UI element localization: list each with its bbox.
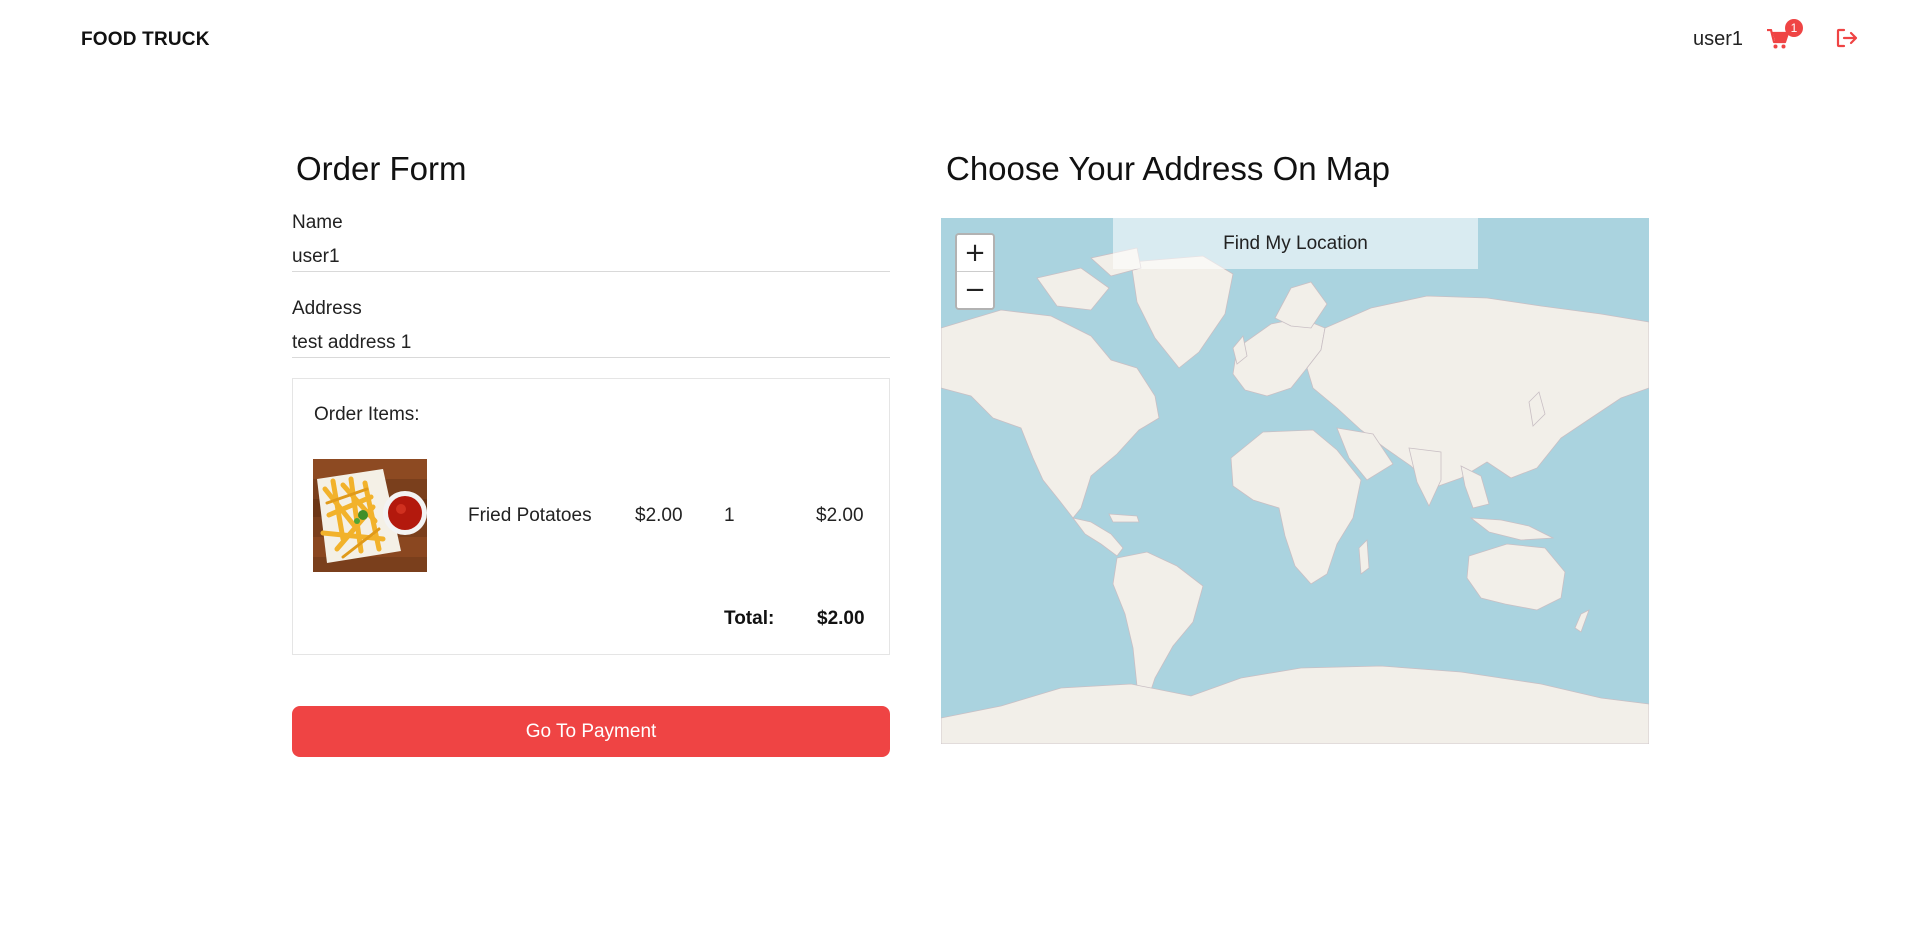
total-label: Total:: [724, 608, 775, 629]
world-map-tiles: [941, 218, 1649, 744]
item-subtotal: $2.00: [816, 505, 864, 526]
name-input[interactable]: [292, 234, 890, 272]
order-items-box: Order Items: Fried Potatoes $2.00 1 $2.0…: [292, 378, 890, 655]
address-field-group: Address: [292, 298, 890, 358]
name-label: Name: [292, 212, 343, 233]
fried-potatoes-image: [313, 459, 427, 572]
total-value: $2.00: [817, 608, 865, 629]
brand-logo[interactable]: FOOD TRUCK: [81, 29, 210, 51]
navbar: FOOD TRUCK user1 1: [0, 0, 1920, 78]
username-label: user1: [1693, 28, 1744, 50]
map-title: Choose Your Address On Map: [946, 150, 1390, 187]
find-my-location-button[interactable]: Find My Location: [1113, 218, 1478, 269]
item-quantity: 1: [724, 505, 735, 526]
order-form-title: Order Form: [296, 150, 467, 187]
address-input[interactable]: [292, 320, 890, 358]
go-to-payment-button[interactable]: Go To Payment: [292, 706, 890, 757]
item-price: $2.00: [635, 505, 683, 526]
name-field-group: Name: [292, 212, 890, 272]
order-form: Order Form Name Address Order Items:: [292, 150, 890, 757]
cart-count-badge: 1: [1785, 19, 1803, 37]
logout-icon: [1836, 28, 1858, 48]
order-items-title: Order Items:: [314, 404, 420, 425]
item-name: Fried Potatoes: [468, 505, 592, 526]
zoom-in-button[interactable]: +: [957, 235, 993, 271]
logout-button[interactable]: [1836, 28, 1860, 52]
world-map[interactable]: Find My Location + −: [941, 218, 1649, 744]
address-label: Address: [292, 298, 362, 319]
zoom-control: + −: [955, 233, 995, 310]
zoom-out-button[interactable]: −: [957, 272, 993, 308]
map-section: Choose Your Address On Map Find My Locat…: [941, 150, 1649, 744]
order-item-row: Fried Potatoes $2.00 1 $2.00: [313, 459, 871, 572]
cart-button[interactable]: 1: [1765, 19, 1803, 54]
